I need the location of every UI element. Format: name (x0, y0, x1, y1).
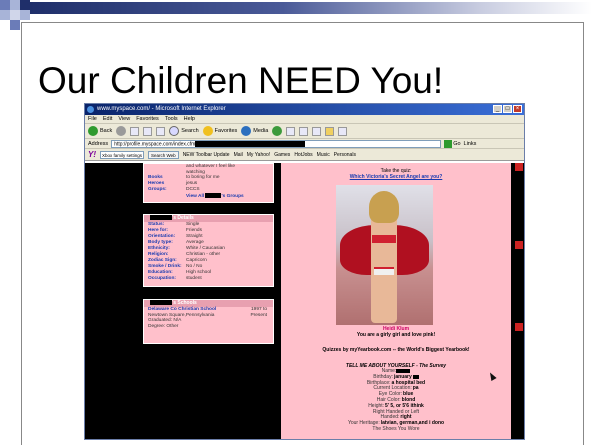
view-all-groups-link[interactable]: View All 's Groups (144, 193, 273, 200)
back-arrow-icon (88, 126, 98, 136)
redaction (205, 193, 222, 198)
right-column: Take the quiz: Which Victoria's Secret A… (281, 163, 511, 439)
title-accent-bar (30, 2, 592, 14)
survey: TELL ME ABOUT YOURSELF - The Survey Name… (281, 363, 511, 433)
window-controls: _ □ × (493, 105, 522, 113)
bottom-shape (374, 267, 394, 275)
menu-view[interactable]: View (118, 115, 130, 123)
media-button[interactable]: Media (241, 126, 268, 136)
stop-icon[interactable] (130, 126, 140, 136)
my-yahoo-link[interactable]: My Yahoo! (247, 152, 270, 158)
minimize-button[interactable]: _ (493, 105, 502, 113)
discuss-icon[interactable] (338, 126, 348, 136)
menu-tools[interactable]: Tools (165, 115, 178, 123)
redaction (412, 374, 419, 379)
schools-header: 's Schools (144, 300, 273, 307)
favorites-button[interactable]: Favorites (202, 126, 237, 136)
address-bar: Address http://profile.myspace.com/index… (85, 139, 524, 149)
quiz-result: Heidi Klum You are a girly girl and love… (281, 326, 511, 338)
slide-title: Our Children NEED You! (38, 60, 444, 101)
quizzes-credit-link[interactable]: Quizzes by myYearbook.com -- the World's… (281, 347, 511, 353)
window-title: www.myspace.com/ - Microsoft Internet Ex… (97, 106, 226, 112)
redaction (396, 369, 411, 373)
back-button[interactable]: Back (88, 126, 112, 136)
menu-bar: File Edit View Favorites Tools Help (85, 115, 524, 124)
maximize-button[interactable]: □ (503, 105, 512, 113)
left-column: and whatever I feel like watching Books t… (85, 163, 280, 439)
mail-link[interactable]: Mail (234, 152, 243, 158)
star-icon (202, 126, 213, 136)
menu-help[interactable]: Help (184, 115, 195, 123)
search-button[interactable]: Search (169, 126, 199, 136)
go-button[interactable]: Go (444, 139, 461, 148)
hotjobs-link[interactable]: HotJobs (294, 152, 312, 158)
scroll-up-icon[interactable] (515, 163, 523, 171)
toolbar-update-link[interactable]: NEW Toolbar Update (183, 152, 230, 158)
edit-icon[interactable] (312, 126, 322, 136)
angel-photo[interactable] (336, 185, 433, 325)
hair-shape (369, 191, 399, 223)
school-years-end: Present (250, 312, 267, 318)
interests-box: and whatever I feel like watching Books t… (143, 163, 274, 203)
scroll-marker[interactable] (515, 323, 523, 331)
close-button[interactable]: × (513, 105, 522, 113)
go-arrow-icon (444, 139, 453, 148)
page-scrollbar[interactable] (512, 163, 524, 439)
games-link[interactable]: Games (274, 152, 290, 158)
detail-row: Occupation: student (148, 276, 202, 281)
yahoo-search-button[interactable]: Search Web (148, 150, 179, 159)
address-input[interactable]: http://profile.myspace.com/index.cfm (111, 139, 442, 148)
scroll-marker[interactable] (515, 241, 523, 249)
refresh-icon[interactable] (143, 126, 153, 136)
menu-edit[interactable]: Edit (103, 115, 112, 123)
yahoo-toolbar: Y! Xbox family settings Search Web NEW T… (85, 149, 524, 161)
result-text: You are a girly girl and love pink! (356, 332, 436, 338)
personals-link[interactable]: Personals (334, 152, 356, 158)
browser-window: www.myspace.com/ - Microsoft Internet Ex… (84, 103, 525, 440)
history-icon[interactable] (272, 126, 283, 136)
school-degree: Degree: Other (148, 323, 179, 329)
details-header: 's Details (144, 215, 273, 222)
music-link[interactable]: Music (317, 152, 330, 158)
redaction (150, 215, 172, 221)
details-box: 's Details Status: Single Here for: Friend… (143, 214, 274, 287)
redaction (150, 300, 172, 306)
print-icon[interactable] (299, 126, 309, 136)
address-label: Address (88, 140, 109, 147)
links-button[interactable]: Links (464, 141, 477, 147)
search-icon (169, 126, 180, 136)
menu-favorites[interactable]: Favorites (136, 115, 159, 123)
window-titlebar: www.myspace.com/ - Microsoft Internet Ex… (85, 104, 524, 115)
top-shape (372, 235, 396, 243)
home-icon[interactable] (156, 126, 166, 136)
browser-toolbar: Back Search Favorites Media (85, 124, 524, 139)
schools-box: 's Schools Delaware Co Christian School … (143, 299, 274, 344)
yahoo-logo[interactable]: Y! (88, 150, 96, 159)
menu-file[interactable]: File (88, 115, 97, 123)
yahoo-search-input[interactable]: Xbox family settings (100, 150, 144, 159)
survey-line: The Shoes You Wore (372, 425, 420, 432)
redaction (195, 140, 306, 147)
forward-arrow-icon[interactable] (116, 126, 127, 136)
myspace-page: and whatever I feel like watching Books t… (85, 163, 524, 439)
slide: Our Children NEED You! www.myspace.com/ … (0, 0, 592, 445)
media-icon (241, 126, 252, 136)
mail-icon[interactable] (286, 126, 296, 136)
ie-icon (87, 106, 94, 113)
folder-icon[interactable] (325, 126, 335, 136)
quiz-link[interactable]: Which Victoria's Secret Angel are you? (350, 174, 443, 180)
